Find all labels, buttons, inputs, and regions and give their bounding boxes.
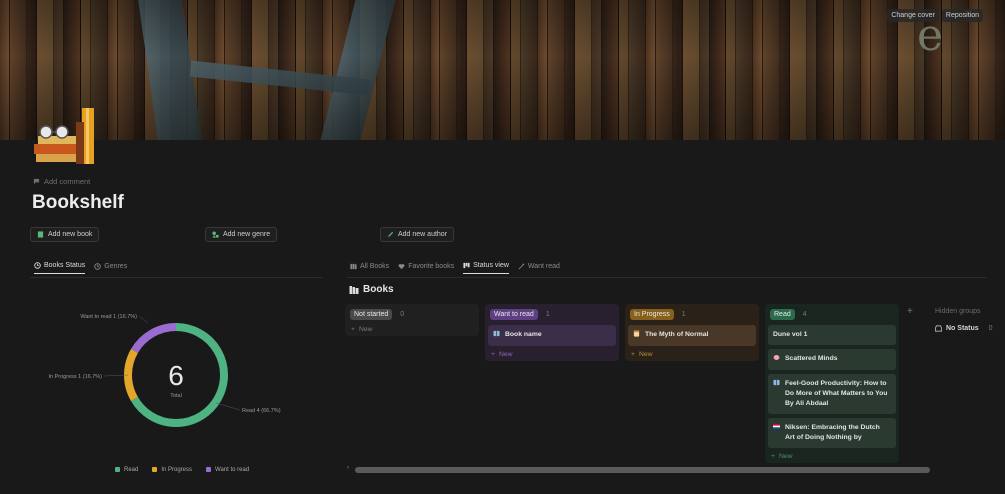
legend-item-read[interactable]: Read [115,467,138,473]
column-header[interactable]: Want to read 1 [488,307,616,321]
column-count: 0 [400,310,405,318]
slice-leader-line [138,315,149,324]
book-card[interactable]: Book name [488,325,616,346]
board-horizontal-scrollbar[interactable]: ‹ [347,465,987,473]
no-status-group[interactable]: No Status 0 [935,325,993,332]
book-icon [37,231,44,238]
heart-icon [398,263,405,269]
new-card-button[interactable]: + New [768,453,896,460]
database-view-tabs: All Books Favorite books Status view Wan… [350,262,560,274]
book-card[interactable]: Feel-Good Productivity: How to Do More o… [768,374,896,414]
legend-item-want-to-read[interactable]: Want to read [206,467,249,473]
books-icon [349,285,359,294]
shapes-icon [212,231,219,238]
slice-label-want-to-read: Want to read 1 (16.7%) [80,314,137,320]
flag-nl-icon [773,423,780,443]
donut-total-value: 6 [168,360,184,391]
cover-controls: Change cover Reposition [887,9,983,22]
book-card[interactable]: Niksen: Embracing the Dutch Art of Doing… [768,418,896,448]
status-badge: Not started [350,308,393,320]
new-label: New [638,351,653,358]
book-card[interactable]: Scattered Minds [768,349,896,370]
chart-legend: Read In Progress Want to read [115,467,249,473]
status-donut-chart[interactable]: 6 Total Read 4 (66.7%) In Progress 1 (16.7%… [40,296,300,446]
new-label: New [778,453,793,460]
tab-want-read[interactable]: Want read [518,262,560,274]
scroll-thumb[interactable] [355,467,930,473]
plus-icon: + [491,351,495,358]
book-title: Feel-Good Productivity: How to Do More o… [785,380,888,407]
books-icon [350,263,357,269]
board-column-read: Read 4 Dune vol 1 Scattered Minds Feel-Good … [765,304,899,463]
column-header[interactable]: Not started 0 [348,307,476,321]
add-comment-button[interactable]: Add comment [33,177,90,186]
change-cover-button[interactable]: Change cover [887,9,939,22]
tab-status-view[interactable]: Status view [463,262,509,274]
magic-wand-icon [518,262,525,269]
book-card[interactable]: Dune vol 1 [768,325,896,345]
new-card-button[interactable]: + New [348,326,476,333]
add-new-book-button[interactable]: Add new book [30,227,100,242]
slice-leader-line [215,402,241,411]
plus-icon: + [351,326,355,333]
new-label: New [358,326,373,333]
board-column-want-to-read: Want to read 1 Book name + New [485,304,619,361]
new-card-button[interactable]: + New [628,351,756,358]
new-label: New [498,351,513,358]
legend-item-in-progress[interactable]: In Progress [152,467,192,473]
book-icon [493,330,500,341]
notion-page: e Change cover Reposition Add comment Bo… [0,0,1005,494]
board-column-in-progress: In Progress 1 The Myth of Normal + New [625,304,759,361]
comment-icon [33,178,40,185]
add-new-genre-button[interactable]: Add new genre [205,227,278,242]
donut-slice-in-progress[interactable] [124,349,138,401]
donut-total-label: Total [170,393,182,399]
slice-label-read: Read 4 (66.7%) [242,408,281,414]
tab-divider [30,277,323,278]
page-title[interactable]: Bookshelf [32,192,124,214]
tab-genres[interactable]: Genres [94,262,127,274]
tab-favorite-books[interactable]: Favorite books [398,262,454,274]
status-badge: Want to read [490,308,538,320]
tab-all-books[interactable]: All Books [350,262,389,274]
brain-icon [773,354,780,365]
status-badge: Read [770,308,795,320]
book-card[interactable]: The Myth of Normal [628,325,756,346]
slice-label-in-progress: In Progress 1 (16.7%) [49,374,103,380]
book-title: Niksen: Embracing the Dutch Art of Doing… [785,424,880,441]
column-header[interactable]: In Progress 1 [628,307,756,321]
book-title: Book name [505,331,542,338]
plus-icon: + [771,453,775,460]
board-column-not-started: Not started 0 + New [345,304,479,336]
new-card-button[interactable]: + New [488,351,616,358]
plus-icon: + [631,351,635,358]
column-count: 1 [545,310,550,318]
add-new-author-button[interactable]: Add new author [380,227,455,242]
board-icon [463,262,470,269]
clock-icon [34,262,41,269]
status-badge: In Progress [630,308,674,320]
pencil-icon [387,231,394,238]
column-count: 1 [681,310,686,318]
hidden-groups-label: Hidden groups [935,308,981,315]
reposition-button[interactable]: Reposition [941,9,983,22]
book-title: Scattered Minds [785,355,838,362]
add-group-button[interactable]: + [907,306,913,317]
cover-image: e Change cover Reposition [0,0,1005,140]
scroll-left-arrow[interactable]: ‹ [347,465,349,471]
book-title: Dune vol 1 [773,331,808,338]
chart-view-tabs: Books Status Genres [34,262,127,274]
donut-slice-want-to-read[interactable] [130,323,177,354]
tab-books-status[interactable]: Books Status [34,262,86,274]
clock-icon [94,262,101,270]
column-header[interactable]: Read 4 [768,307,896,321]
tab-divider [347,277,987,278]
notebook-icon [633,330,640,341]
book-icon [773,379,780,409]
books-icon[interactable] [32,100,100,166]
book-title: The Myth of Normal [645,331,709,338]
column-count: 4 [802,310,807,318]
board-title[interactable]: Books [349,284,394,295]
inbox-icon [935,325,942,332]
